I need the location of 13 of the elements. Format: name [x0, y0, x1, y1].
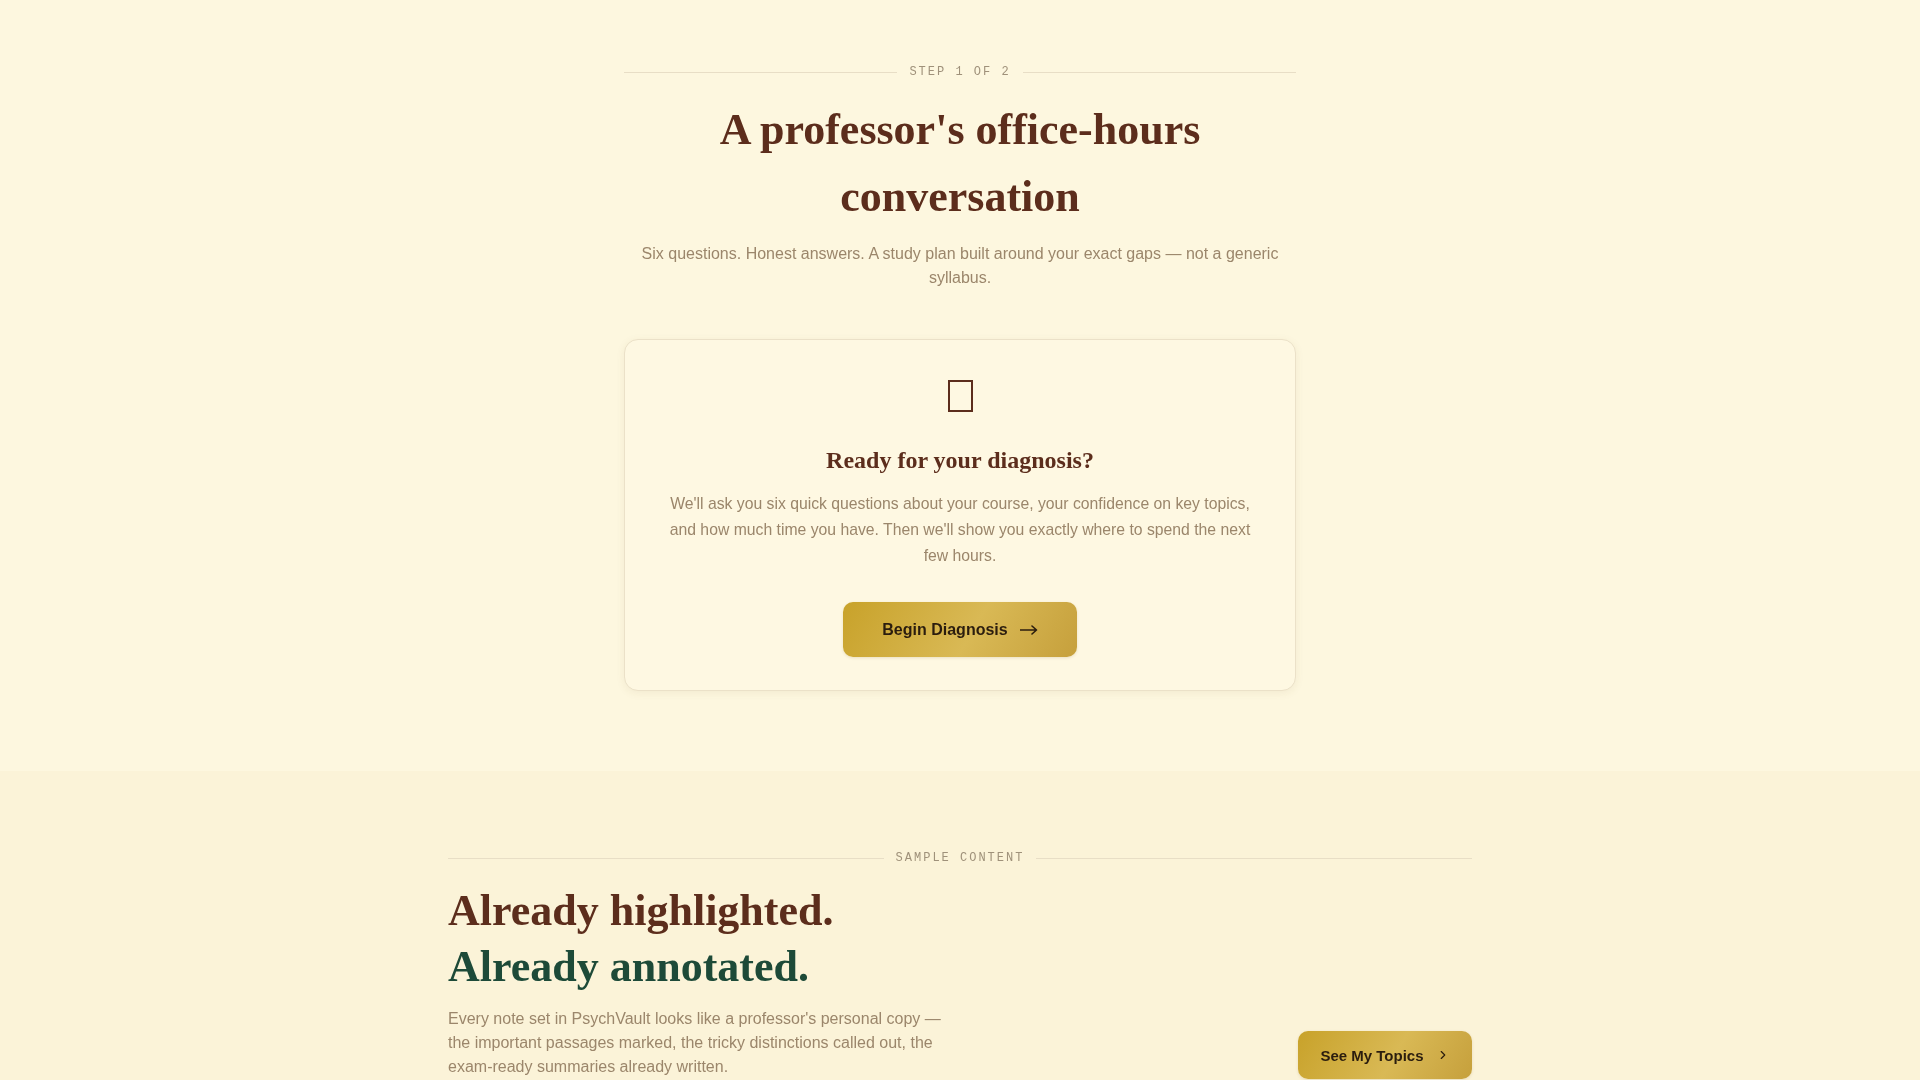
- section-label: SAMPLE CONTENT: [895, 850, 1025, 866]
- page-title: A professor's office-hours conversation: [718, 104, 1202, 223]
- step-label: STEP 1 OF 2: [909, 64, 1011, 80]
- card-heading: Ready for your diagnosis?: [826, 446, 1094, 475]
- section-headline: Already annotated.: [448, 941, 810, 993]
- card-description: We'll ask you six quick questions about your course, your confidence on key topics, and how much time you have. Then we'll show you exactly where to spend the next few hours.: [668, 494, 1252, 566]
- section-description: Every note set in PsychVault looks like a professor's personal copy — the important passages marked, the tricky distinctions called out, the exam-ready summaries already written.: [448, 1009, 942, 1077]
- see-my-topics-button[interactable]: See My Topics: [1298, 1031, 1472, 1079]
- section-headline: Already highlighted.: [448, 885, 835, 937]
- arrow-right-icon: [1019, 624, 1038, 635]
- begin-diagnosis-button[interactable]: Begin Diagnosis: [843, 602, 1077, 657]
- rectangle-icon: [947, 380, 973, 412]
- page-subtitle: Six questions. Honest answers. A study plan built around your exact gaps — not a generic syllabus.: [640, 244, 1280, 288]
